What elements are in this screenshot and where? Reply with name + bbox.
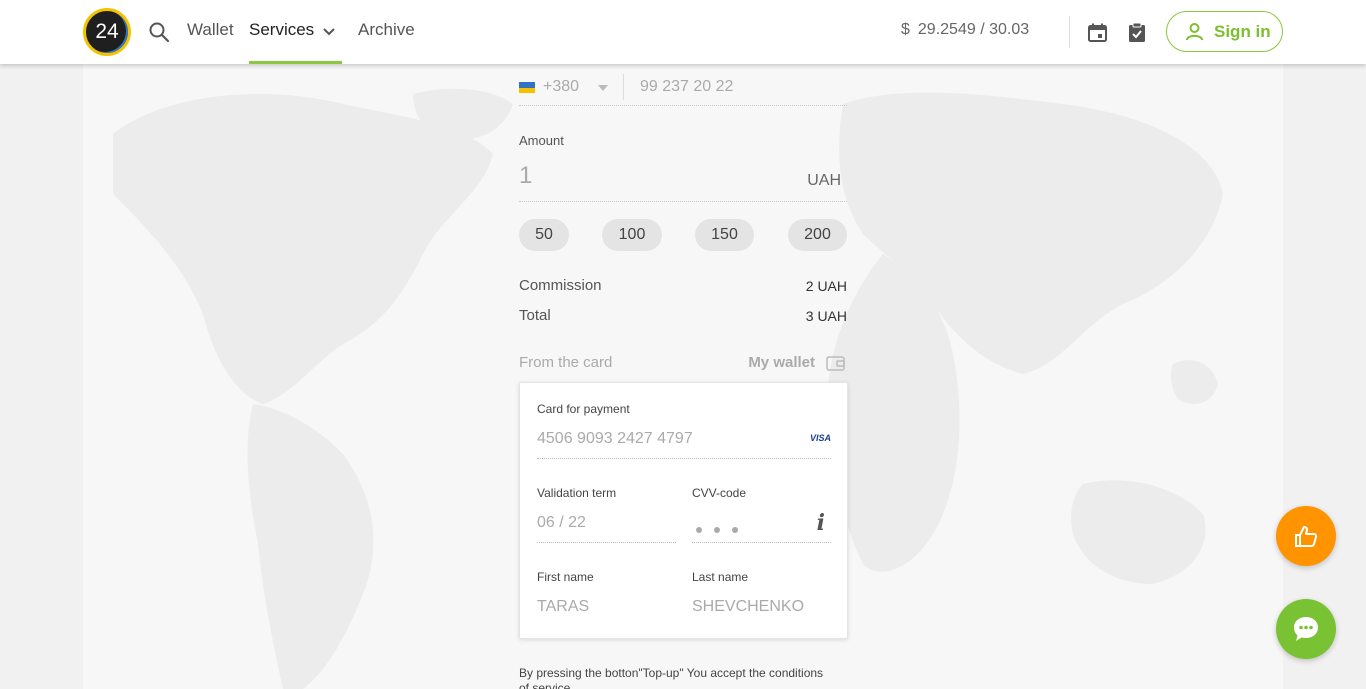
- info-icon[interactable]: i: [817, 510, 825, 536]
- ukraine-flag-icon: [519, 82, 535, 93]
- chat-bubble-icon: [1294, 617, 1318, 641]
- phone-field[interactable]: +380 99 237 20 22: [519, 64, 847, 106]
- last-name-label: Last name: [692, 570, 749, 584]
- card-number-placeholder: 4506 9093 2427 4797: [537, 430, 693, 447]
- header-divider: [1069, 16, 1070, 48]
- quick-amount-200[interactable]: 200: [788, 219, 847, 251]
- chat-button[interactable]: [1276, 599, 1336, 659]
- country-code[interactable]: +380: [543, 78, 579, 96]
- amount-label: Amount: [519, 133, 564, 148]
- commission-value: 2 UAH: [805, 278, 847, 294]
- caret-down-icon[interactable]: [598, 85, 608, 91]
- phone-input[interactable]: 99 237 20 22: [640, 78, 733, 96]
- sign-in-label: Sign in: [1214, 21, 1271, 41]
- exchange-rate-value: 29.2549 / 30.03: [917, 21, 1030, 38]
- search-icon[interactable]: [148, 21, 170, 43]
- last-name-placeholder: SHEVCHENKO: [692, 598, 805, 615]
- total-value: 3 UAH: [805, 308, 847, 324]
- first-name-label: First name: [537, 570, 594, 584]
- commission-label: Commission: [519, 277, 602, 294]
- first-name-placeholder: TARAS: [537, 598, 590, 615]
- quick-amount-100[interactable]: 100: [602, 219, 662, 251]
- card-number-label: Card for payment: [537, 402, 630, 416]
- total-label: Total: [519, 307, 551, 324]
- cvv-label: CVV-code: [692, 486, 747, 500]
- nav-services[interactable]: Services: [249, 20, 314, 40]
- visa-logo: VISA: [809, 433, 831, 443]
- feedback-like-button[interactable]: [1276, 506, 1336, 566]
- thumbs-up-icon: [1295, 526, 1318, 547]
- phone-separator: [623, 74, 624, 100]
- main-content: +380 99 237 20 22 Amount 1 UAH 50 100 15…: [83, 64, 1283, 689]
- validity-input[interactable]: 06 / 22: [537, 507, 676, 543]
- first-name-input[interactable]: TARAS: [537, 591, 676, 627]
- nav-wallet[interactable]: Wallet: [187, 20, 234, 40]
- quick-amount-150[interactable]: 150: [695, 219, 754, 251]
- validity-placeholder: 06 / 22: [537, 514, 586, 531]
- user-icon: [1186, 23, 1203, 41]
- terms-text: By pressing the botton"Top-up" You accep…: [519, 666, 824, 680]
- quick-amount-50[interactable]: 50: [519, 219, 569, 251]
- sign-in-button[interactable]: Sign in: [1166, 11, 1283, 52]
- card-form: Card for payment 4506 9093 2427 4797 VIS…: [519, 382, 848, 639]
- nav-archive[interactable]: Archive: [358, 20, 415, 40]
- active-tab-indicator: [249, 61, 342, 64]
- last-name-input[interactable]: SHEVCHENKO: [692, 591, 831, 627]
- from-card-option[interactable]: From the card: [519, 354, 612, 371]
- amount-input[interactable]: 1 UAH: [519, 156, 847, 202]
- terms-text-2: of service: [519, 681, 571, 689]
- cvv-dots: [696, 520, 750, 538]
- validity-label: Validation term: [537, 486, 617, 500]
- logo[interactable]: 24: [83, 8, 131, 56]
- exchange-rate: $29.2549 / 30.03: [901, 21, 1029, 39]
- chevron-down-icon[interactable]: [321, 24, 337, 40]
- clipboard-check-icon[interactable]: [1127, 22, 1147, 43]
- amount-currency: UAH: [807, 172, 841, 189]
- cvv-input[interactable]: i: [692, 507, 831, 543]
- logo-text: 24: [95, 20, 119, 43]
- calendar-icon[interactable]: [1087, 22, 1108, 43]
- dollar-sign: $: [901, 21, 910, 38]
- wallet-icon[interactable]: [826, 355, 845, 371]
- card-number-input[interactable]: 4506 9093 2427 4797 VISA: [537, 423, 831, 459]
- my-wallet-option[interactable]: My wallet: [748, 354, 815, 371]
- payment-source-toggle: From the card My wallet: [519, 354, 847, 374]
- top-navbar: 24 Wallet Services Archive $29.2549 / 30…: [0, 0, 1366, 64]
- amount-value[interactable]: 1: [519, 162, 532, 190]
